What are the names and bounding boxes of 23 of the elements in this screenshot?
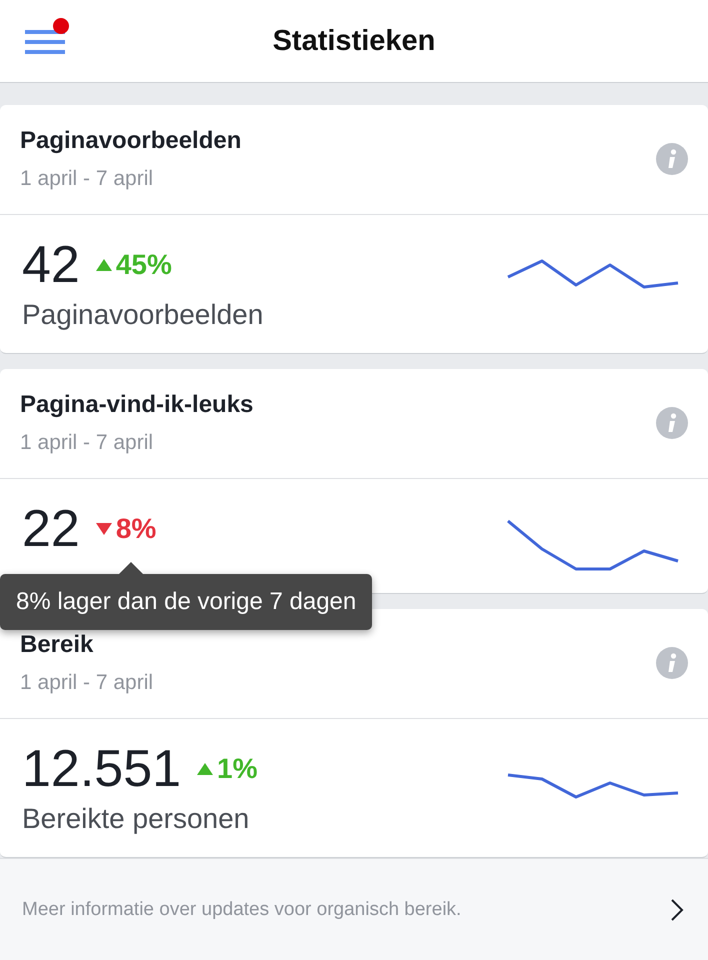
stat-label: Bereikte personen	[22, 803, 250, 835]
date-range: 1 april - 7 april	[20, 167, 154, 191]
page-title: Statistieken	[272, 24, 436, 58]
card-title: Paginavoorbeelden	[20, 127, 242, 155]
change-percent: 45%	[96, 249, 172, 281]
card-title: Bereik	[20, 631, 94, 659]
stat-value: 22	[22, 501, 80, 557]
info-icon[interactable]	[656, 143, 688, 175]
stat-label: Paginavoorbeelden	[22, 299, 264, 331]
stat-value: 12.551	[22, 741, 182, 797]
card-title: Pagina-vind-ik-leuks	[20, 391, 254, 419]
date-range: 1 april - 7 april	[20, 431, 154, 455]
footer-text: Meer informatie over updates voor organisch bereik.	[22, 898, 462, 920]
date-range: 1 april - 7 april	[20, 671, 154, 695]
info-icon[interactable]	[656, 407, 688, 439]
footer-link[interactable]: Meer informatie over updates voor organisch bereik.	[0, 858, 708, 960]
info-icon[interactable]	[656, 647, 688, 679]
tooltip: 8% lager dan de vorige 7 dagen	[0, 574, 372, 630]
tooltip-arrow-icon	[118, 562, 144, 575]
stat-value: 42	[22, 237, 80, 293]
change-percent: 8%	[96, 513, 156, 545]
chevron-right-icon	[670, 898, 684, 922]
change-percent: 1%	[197, 753, 258, 785]
